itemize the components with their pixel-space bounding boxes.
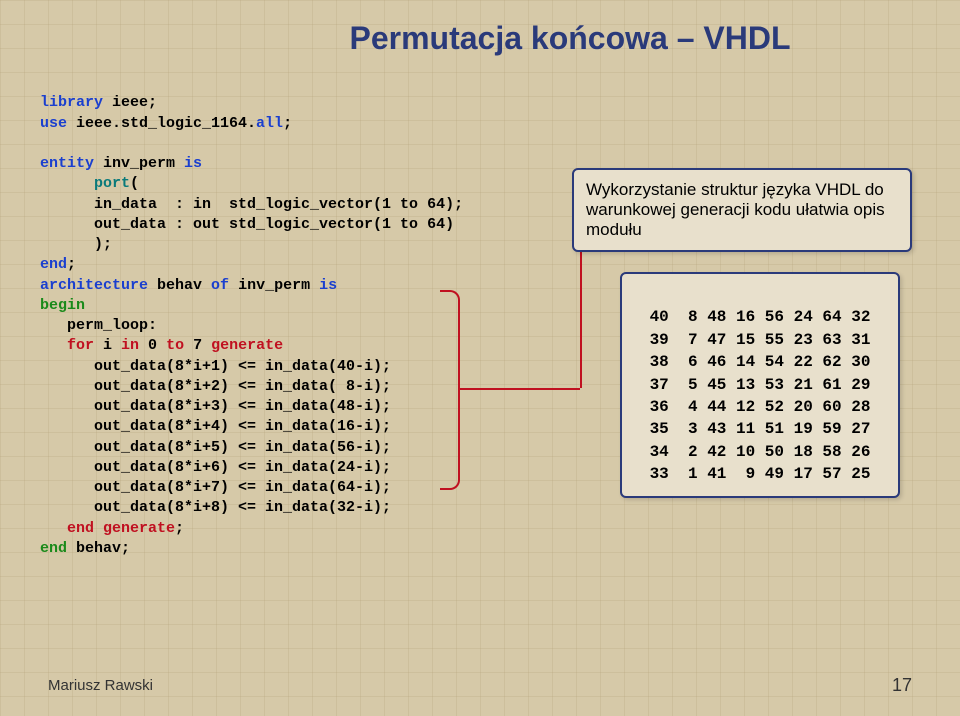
permutation-table: 40 8 48 16 56 24 64 32 39 7 47 15 55 23 … bbox=[620, 272, 900, 498]
kw-end2: end bbox=[40, 520, 94, 537]
code-line: out_data(8*i+2) <= in_data( 8-i); bbox=[40, 378, 391, 395]
code-text: ieee; bbox=[103, 94, 157, 111]
code-line: out_data(8*i+3) <= in_data(48-i); bbox=[40, 398, 391, 415]
kw-of: of bbox=[211, 277, 229, 294]
code-bracket bbox=[440, 290, 460, 490]
code-text: behav; bbox=[67, 540, 130, 557]
code-text bbox=[94, 520, 103, 537]
code-line: out_data(8*i+7) <= in_data(64-i); bbox=[40, 479, 391, 496]
kw-is2: is bbox=[319, 277, 337, 294]
kw-in: in bbox=[121, 337, 139, 354]
code-line: out_data(8*i+1) <= in_data(40-i); bbox=[40, 358, 391, 375]
code-text: ; bbox=[67, 256, 76, 273]
kw-generate2: generate bbox=[103, 520, 175, 537]
kw-all: all bbox=[256, 115, 283, 132]
code-line: ); bbox=[40, 236, 112, 253]
code-text: 7 bbox=[184, 337, 211, 354]
code-text: inv_perm bbox=[94, 155, 184, 172]
code-line: in_data : in std_logic_vector(1 to 64); bbox=[40, 196, 463, 213]
code-text: ; bbox=[175, 520, 184, 537]
code-line: out_data(8*i+4) <= in_data(16-i); bbox=[40, 418, 391, 435]
kw-use: use bbox=[40, 115, 67, 132]
code-text: ( bbox=[130, 175, 139, 192]
code-line: out_data : out std_logic_vector(1 to 64) bbox=[40, 216, 454, 233]
connector-line bbox=[460, 388, 580, 390]
table-row: 40 8 48 16 56 24 64 32 bbox=[650, 308, 871, 326]
table-row: 35 3 43 11 51 19 59 27 bbox=[650, 420, 871, 438]
kw-to: to bbox=[166, 337, 184, 354]
code-line: perm_loop: bbox=[40, 317, 157, 334]
code-line: out_data(8*i+5) <= in_data(56-i); bbox=[40, 439, 391, 456]
code-line: out_data(8*i+6) <= in_data(24-i); bbox=[40, 459, 391, 476]
table-row: 33 1 41 9 49 17 57 25 bbox=[650, 465, 871, 483]
table-row: 36 4 44 12 52 20 60 28 bbox=[650, 398, 871, 416]
code-text: 0 bbox=[139, 337, 166, 354]
kw-architecture: architecture bbox=[40, 277, 148, 294]
code-text: i bbox=[94, 337, 121, 354]
kw-end3: end bbox=[40, 540, 67, 557]
footer-author: Mariusz Rawski bbox=[48, 677, 153, 694]
code-text: ; bbox=[283, 115, 292, 132]
callout-box: Wykorzystanie struktur języka VHDL do wa… bbox=[572, 168, 912, 252]
table-row: 34 2 42 10 50 18 58 26 bbox=[650, 443, 871, 461]
kw-entity: entity bbox=[40, 155, 94, 172]
code-text: behav bbox=[148, 277, 211, 294]
footer-page-number: 17 bbox=[892, 675, 912, 696]
kw-port: port bbox=[40, 175, 130, 192]
kw-for: for bbox=[40, 337, 94, 354]
kw-end: end bbox=[40, 256, 67, 273]
table-row: 39 7 47 15 55 23 63 31 bbox=[650, 331, 871, 349]
code-text: ieee.std_logic_1164. bbox=[67, 115, 256, 132]
kw-library: library bbox=[40, 94, 103, 111]
kw-generate: generate bbox=[211, 337, 283, 354]
table-row: 38 6 46 14 54 22 62 30 bbox=[650, 353, 871, 371]
kw-is: is bbox=[184, 155, 202, 172]
code-line: out_data(8*i+8) <= in_data(32-i); bbox=[40, 499, 391, 516]
slide-title: Permutacja końcowa – VHDL bbox=[220, 20, 920, 57]
code-text: inv_perm bbox=[229, 277, 319, 294]
table-row: 37 5 45 13 53 21 61 29 bbox=[650, 376, 871, 394]
kw-begin: begin bbox=[40, 297, 85, 314]
